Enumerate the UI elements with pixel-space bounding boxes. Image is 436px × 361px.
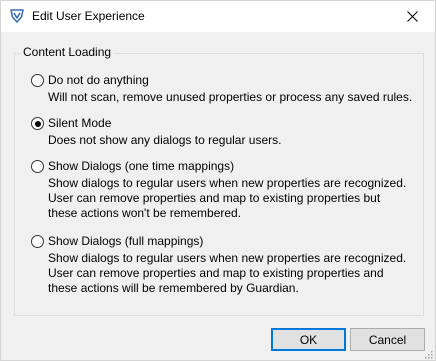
close-icon — [406, 11, 418, 22]
close-button[interactable] — [389, 1, 435, 32]
resize-grip-icon[interactable] — [423, 348, 433, 359]
radio-show-dialogs-one-time[interactable] — [31, 160, 44, 173]
radio-do-not-do-anything[interactable] — [31, 74, 44, 87]
edit-user-experience-dialog: Edit User Experience Content Loading Do … — [0, 0, 436, 361]
radio-silent-mode[interactable] — [31, 117, 44, 130]
option-label[interactable]: Do not do anything — [48, 73, 149, 87]
option-label[interactable]: Show Dialogs (one time mappings) — [48, 159, 234, 173]
option-description: Show dialogs to regular users when new p… — [48, 176, 407, 220]
option-description: Will not scan, remove unused properties … — [48, 90, 413, 104]
option-label[interactable]: Show Dialogs (full mappings) — [48, 234, 203, 248]
window-title: Edit User Experience — [32, 9, 145, 23]
option-description: Show dialogs to regular users when new p… — [48, 251, 407, 295]
group-label: Content Loading — [20, 45, 115, 59]
radio-show-dialogs-full[interactable] — [31, 235, 44, 248]
ok-button[interactable]: OK — [271, 328, 346, 351]
option-label[interactable]: Silent Mode — [48, 116, 111, 130]
option-description: Does not show any dialogs to regular use… — [48, 133, 282, 147]
title-bar[interactable]: Edit User Experience — [1, 1, 435, 32]
app-icon — [9, 8, 25, 24]
cancel-button[interactable]: Cancel — [350, 328, 425, 351]
